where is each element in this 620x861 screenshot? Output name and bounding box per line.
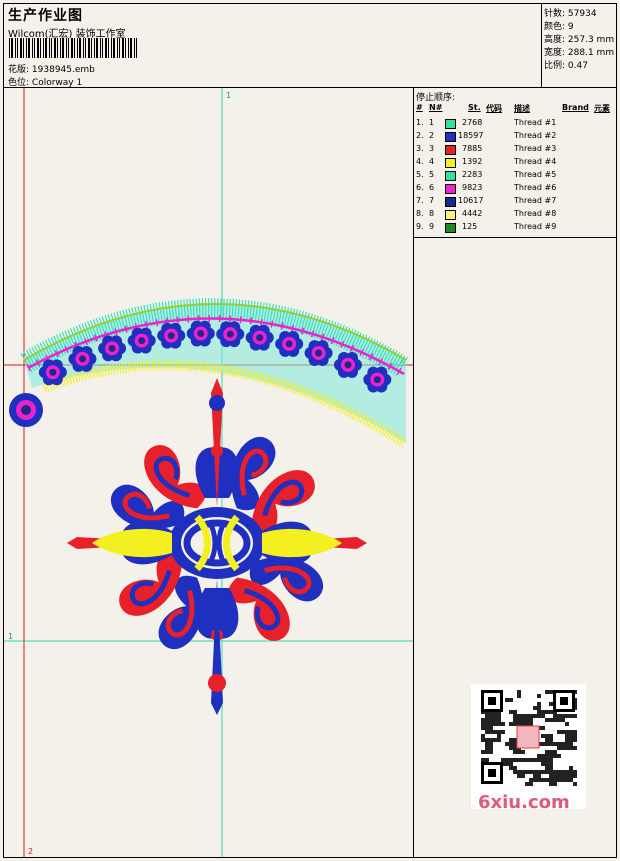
row-index: 1. (416, 118, 424, 127)
row-index: 3. (416, 144, 424, 153)
row-number: 9 (429, 222, 435, 231)
color-swatch (445, 145, 456, 155)
row-stitches: 10617 (458, 196, 484, 205)
row-stitches: 18597 (458, 131, 484, 140)
row-number: 5 (429, 170, 435, 179)
row-stitches: 1392 (462, 157, 483, 166)
row-index: 8. (416, 209, 424, 218)
row-description: Thread #3 (514, 144, 557, 153)
color-swatch (445, 171, 456, 181)
color-swatch (445, 210, 456, 220)
row-description: Thread #7 (514, 196, 557, 205)
row-description: Thread #8 (514, 209, 557, 218)
design-preview: 1 1 2 2 (4, 88, 414, 857)
col-brand: Brand (562, 103, 589, 112)
sequence-row: 1. 1 2768 Thread #1 (414, 118, 616, 131)
col-code: 代码 (486, 104, 502, 113)
col-stitches: St. (468, 103, 481, 112)
col-number: N# (429, 103, 443, 112)
row-index: 7. (416, 196, 424, 205)
row-number: 1 (429, 118, 435, 127)
sequence-row: 8. 8 4442 Thread #8 (414, 209, 616, 222)
sequence-row: 3. 3 7885 Thread #3 (414, 144, 616, 157)
row-description: Thread #6 (514, 183, 557, 192)
stat-scale: 比例: 0.47 (544, 61, 588, 71)
sequence-row: 2. 2 18597 Thread #2 (414, 131, 616, 144)
page-title: 生产作业图 (8, 8, 83, 24)
color-swatch (445, 223, 456, 233)
colorway-value: Colorway 1 (31, 78, 83, 88)
qr-code-icon (471, 684, 586, 809)
row-number: 7 (429, 196, 435, 205)
header-info: 生产作业图 Wilcom(汇宏) 装饰工作室 花版: 1938945.emb 色… (4, 4, 542, 88)
colorway: 色位: Colorway 1 (8, 75, 82, 88)
row-number: 4 (429, 157, 435, 166)
color-swatch (445, 197, 456, 207)
row-index: 6. (416, 183, 424, 192)
design-value: 1938945.emb (31, 65, 95, 75)
production-sheet: 生产作业图 Wilcom(汇宏) 装饰工作室 花版: 1938945.emb 色… (3, 3, 617, 858)
row-stitches: 9823 (462, 183, 483, 192)
sequence-row: 6. 6 9823 Thread #6 (414, 183, 616, 196)
row-description: Thread #5 (514, 170, 557, 179)
row-description: Thread #2 (514, 131, 557, 140)
barcode-icon (9, 38, 137, 58)
row-index: 4. (416, 157, 424, 166)
sequence-row: 9. 9 125 Thread #9 (414, 222, 616, 235)
color-swatch (445, 184, 456, 194)
row-stitches: 4442 (462, 209, 483, 218)
row-description: Thread #1 (514, 118, 557, 127)
watermark-logo: 6xiu.com (478, 792, 570, 813)
row-index: 9. (416, 222, 424, 231)
stat-colors: 颜色: 9 (544, 22, 574, 32)
row-index: 2. (416, 131, 424, 140)
row-stitches: 7885 (462, 144, 483, 153)
embroidery-design: 1 1 2 2 (4, 88, 413, 857)
design-file: 花版: 1938945.emb (8, 62, 95, 75)
design-label: 花版: (8, 65, 30, 75)
stat-width: 宽度: 288.1 mm (544, 48, 615, 58)
stop-sequence-table: 停止顺序: # N# St. 代码 描述 Brand 元素 1. 1 2768 Thr… (414, 88, 616, 238)
col-index: # (416, 103, 423, 112)
stat-stitches: 针数: 57934 (544, 9, 597, 19)
colorway-label: 色位: (8, 78, 30, 88)
row-number: 2 (429, 131, 435, 140)
col-description: 描述 (514, 104, 530, 113)
marker-top: 1 (226, 91, 231, 100)
sequence-row: 7. 7 10617 Thread #7 (414, 196, 616, 209)
marker-left: 1 (8, 632, 13, 641)
row-stitches: 2768 (462, 118, 483, 127)
row-number: 6 (429, 183, 435, 192)
color-swatch (445, 132, 456, 142)
medallion (67, 378, 367, 715)
col-element: 元素 (594, 104, 610, 113)
color-swatch (445, 158, 456, 168)
row-stitches: 125 (462, 222, 478, 231)
row-index: 5. (416, 170, 424, 179)
sequence-row: 4. 4 1392 Thread #4 (414, 157, 616, 170)
arch-band (9, 298, 410, 448)
stat-height: 高度: 257.3 mm (544, 35, 615, 45)
row-number: 3 (429, 144, 435, 153)
marker-bottom: 2 (28, 847, 33, 856)
row-description: Thread #9 (514, 222, 557, 231)
row-stitches: 2283 (462, 170, 483, 179)
sequence-row: 5. 5 2283 Thread #5 (414, 170, 616, 183)
color-swatch (445, 119, 456, 129)
design-stats: 针数: 57934 颜色: 9 高度: 257.3 mm 宽度: 288.1 m… (542, 4, 616, 88)
sequence-title: 停止顺序: (416, 93, 456, 103)
row-number: 8 (429, 209, 435, 218)
row-description: Thread #4 (514, 157, 557, 166)
